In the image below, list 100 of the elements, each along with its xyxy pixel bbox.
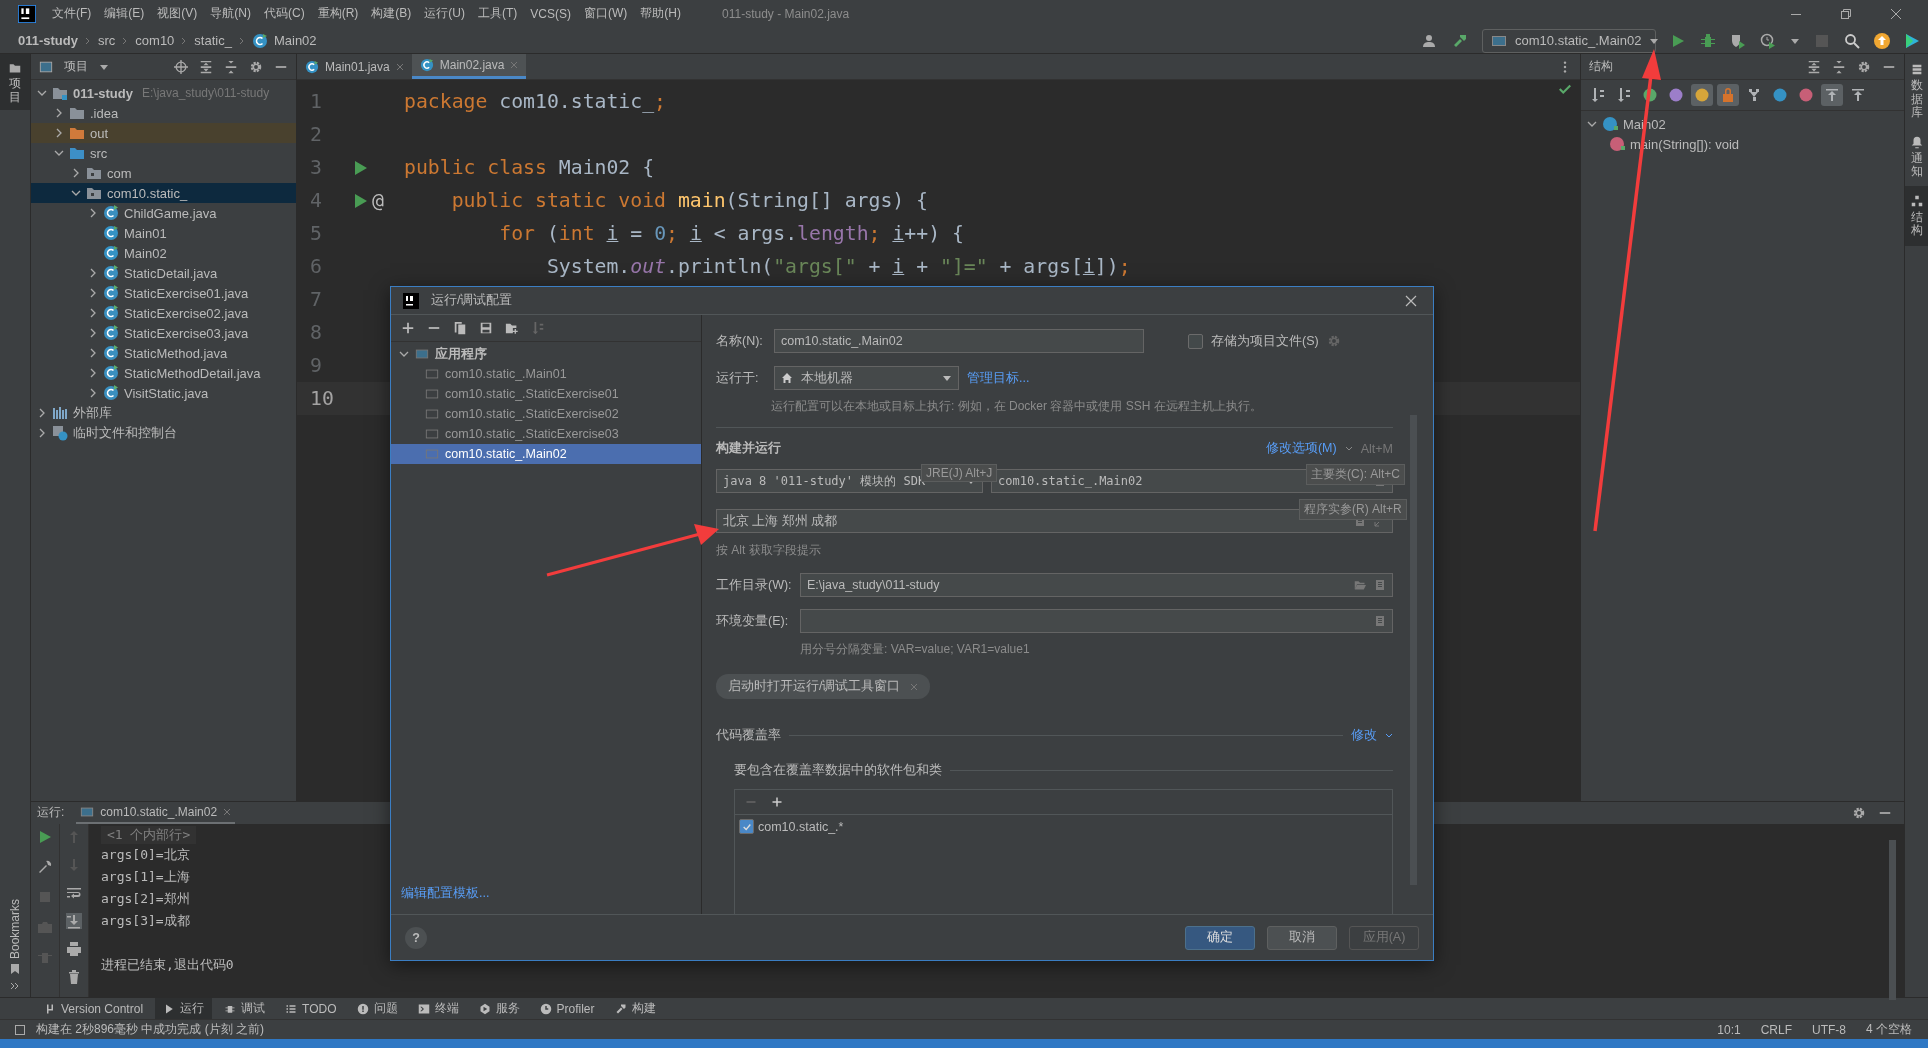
tool-window-button[interactable]: TODO — [277, 998, 345, 1020]
edit-templates-link[interactable]: 编辑配置模板... — [391, 885, 701, 914]
editor-tab[interactable]: Main01.java — [297, 54, 412, 80]
breadcrumb-item[interactable]: 011-study — [18, 33, 78, 48]
more-icon[interactable] — [10, 981, 20, 992]
tool-window-tab[interactable]: 通知 — [1905, 126, 1928, 187]
close-icon[interactable] — [1890, 7, 1902, 20]
status-item[interactable]: 10:1 — [1717, 1022, 1741, 1037]
chevron-icon[interactable] — [88, 348, 98, 359]
menu-item[interactable]: 代码(C) — [264, 5, 305, 23]
tool-window-button[interactable]: 运行 — [155, 998, 213, 1020]
menu-item[interactable]: 帮助(H) — [640, 5, 681, 23]
menu-item[interactable]: 视图(V) — [157, 5, 198, 23]
configuration-item[interactable]: com10.static_.Main01 — [391, 364, 701, 384]
close-icon[interactable] — [395, 62, 404, 71]
menu-item[interactable]: 构建(B) — [371, 5, 412, 23]
shield-run-icon[interactable] — [1730, 32, 1746, 49]
tree-item[interactable]: StaticExercise01.java — [31, 283, 296, 304]
add-icon[interactable] — [771, 796, 783, 808]
status-item[interactable]: 4 个空格 — [1866, 1021, 1912, 1039]
chevron-icon[interactable] — [54, 128, 64, 139]
close-icon[interactable] — [1405, 294, 1417, 307]
chevron-icon[interactable] — [88, 368, 98, 379]
add-icon[interactable] — [401, 321, 415, 335]
tool-window-button[interactable]: 调试 — [216, 998, 274, 1020]
configuration-item[interactable]: com10.static_.StaticExercise01 — [391, 384, 701, 404]
breadcrumb-item[interactable]: src — [98, 33, 116, 48]
run-icon[interactable] — [1670, 32, 1686, 49]
tree-item[interactable]: .idea — [31, 103, 296, 124]
breadcrumb-item[interactable]: static_ — [194, 33, 232, 48]
copy-icon[interactable] — [453, 321, 467, 335]
tool-window-tab[interactable]: 数据库 — [1905, 54, 1928, 127]
tree-item[interactable]: StaticExercise02.java — [31, 303, 296, 324]
tree-item[interactable]: src — [31, 143, 296, 164]
run-gutter-icon[interactable] — [352, 192, 368, 209]
chevron-icon[interactable] — [88, 388, 98, 399]
layout-icon[interactable] — [14, 1023, 26, 1036]
tool-window-tab[interactable]: 结构 — [1905, 186, 1928, 246]
tree-item[interactable]: 临时文件和控制台 — [31, 423, 296, 444]
configuration-item[interactable]: com10.static_.StaticExercise02 — [391, 404, 701, 424]
configuration-item[interactable]: com10.static_.StaticExercise03 — [391, 424, 701, 444]
expand-all-icon[interactable] — [199, 59, 213, 74]
breadcrumb-item[interactable]: Main02 — [273, 33, 317, 48]
tree-item[interactable]: out — [31, 123, 296, 144]
modify-link[interactable]: 修改 — [1351, 727, 1377, 744]
tree-item[interactable]: VisitStatic.java — [31, 383, 296, 404]
settings-icon[interactable] — [1857, 59, 1871, 74]
tree-item[interactable]: com — [31, 163, 296, 184]
configuration-item[interactable]: com10.static_.Main02 — [391, 444, 701, 464]
status-item[interactable]: CRLF — [1760, 1022, 1792, 1037]
chevron-icon[interactable] — [71, 168, 81, 179]
filter-toggle[interactable] — [1717, 84, 1739, 107]
tree-item[interactable]: com10.static_ — [31, 183, 296, 204]
chevron-icon[interactable] — [88, 208, 98, 219]
tree-item[interactable]: ChildGame.java — [31, 203, 296, 224]
checkbox[interactable] — [739, 819, 754, 834]
settings-icon[interactable] — [249, 59, 263, 74]
chevron-icon[interactable] — [37, 428, 47, 439]
user-icon[interactable] — [1422, 32, 1438, 49]
menu-item[interactable]: 工具(T) — [478, 5, 518, 23]
run-target-dropdown[interactable]: 本地机器 — [774, 366, 959, 390]
dialog-button[interactable]: 确定 — [1185, 925, 1255, 950]
chevron-icon[interactable] — [399, 349, 409, 359]
environment-variables-field[interactable] — [800, 609, 1393, 633]
override-marker[interactable]: @ — [372, 189, 384, 213]
run-configuration-dropdown[interactable]: com10.static_.Main02 — [1482, 28, 1656, 53]
chevron-icon[interactable] — [54, 108, 64, 119]
tool-window-button[interactable]: 服务 — [470, 998, 528, 1020]
tree-item[interactable]: Main02 — [31, 243, 296, 264]
bug-icon[interactable] — [1700, 32, 1716, 49]
collapse-all-icon[interactable] — [224, 59, 238, 74]
configuration-item[interactable]: 应用程序 — [391, 344, 701, 364]
bookmarks-tool-tab[interactable]: Bookmarks — [8, 899, 22, 982]
tool-window-button[interactable]: Version Control — [36, 998, 152, 1020]
save-icon[interactable] — [479, 321, 493, 335]
tool-window-button[interactable]: 问题 — [348, 998, 406, 1020]
restore-icon[interactable] — [1840, 7, 1852, 20]
tool-window-button[interactable]: 构建 — [606, 998, 664, 1020]
rerun-icon[interactable] — [37, 828, 53, 845]
filter-toggle[interactable] — [1691, 84, 1713, 107]
wrench-icon[interactable] — [37, 858, 53, 875]
expand-all-icon[interactable] — [1807, 59, 1821, 74]
search-icon[interactable] — [1844, 32, 1860, 49]
checkbox-label[interactable]: 存储为项目文件(S) — [1211, 332, 1319, 350]
checkbox[interactable] — [1188, 333, 1203, 349]
menu-item[interactable]: 编辑(E) — [104, 5, 145, 23]
trash-icon[interactable] — [66, 968, 82, 985]
collapse-all-icon[interactable] — [1832, 59, 1846, 74]
name-field[interactable]: com10.static_.Main02 — [774, 329, 1144, 353]
tree-item[interactable]: StaticExercise03.java — [31, 323, 296, 344]
tree-item[interactable]: StaticDetail.java — [31, 263, 296, 284]
breadcrumb-item[interactable]: com10 — [135, 33, 175, 48]
option-chip[interactable]: 启动时打开运行/调试工具窗口 — [716, 674, 931, 699]
menu-item[interactable]: 窗口(W) — [584, 5, 628, 23]
menu-item[interactable]: 重构(R) — [317, 5, 359, 23]
locate-icon[interactable] — [174, 59, 188, 74]
manage-targets-link[interactable]: 管理目标... — [967, 369, 1030, 387]
plugin-logo-icon[interactable] — [1904, 32, 1920, 49]
chevron-icon[interactable] — [88, 268, 98, 279]
tree-item[interactable]: Main01 — [31, 223, 296, 244]
